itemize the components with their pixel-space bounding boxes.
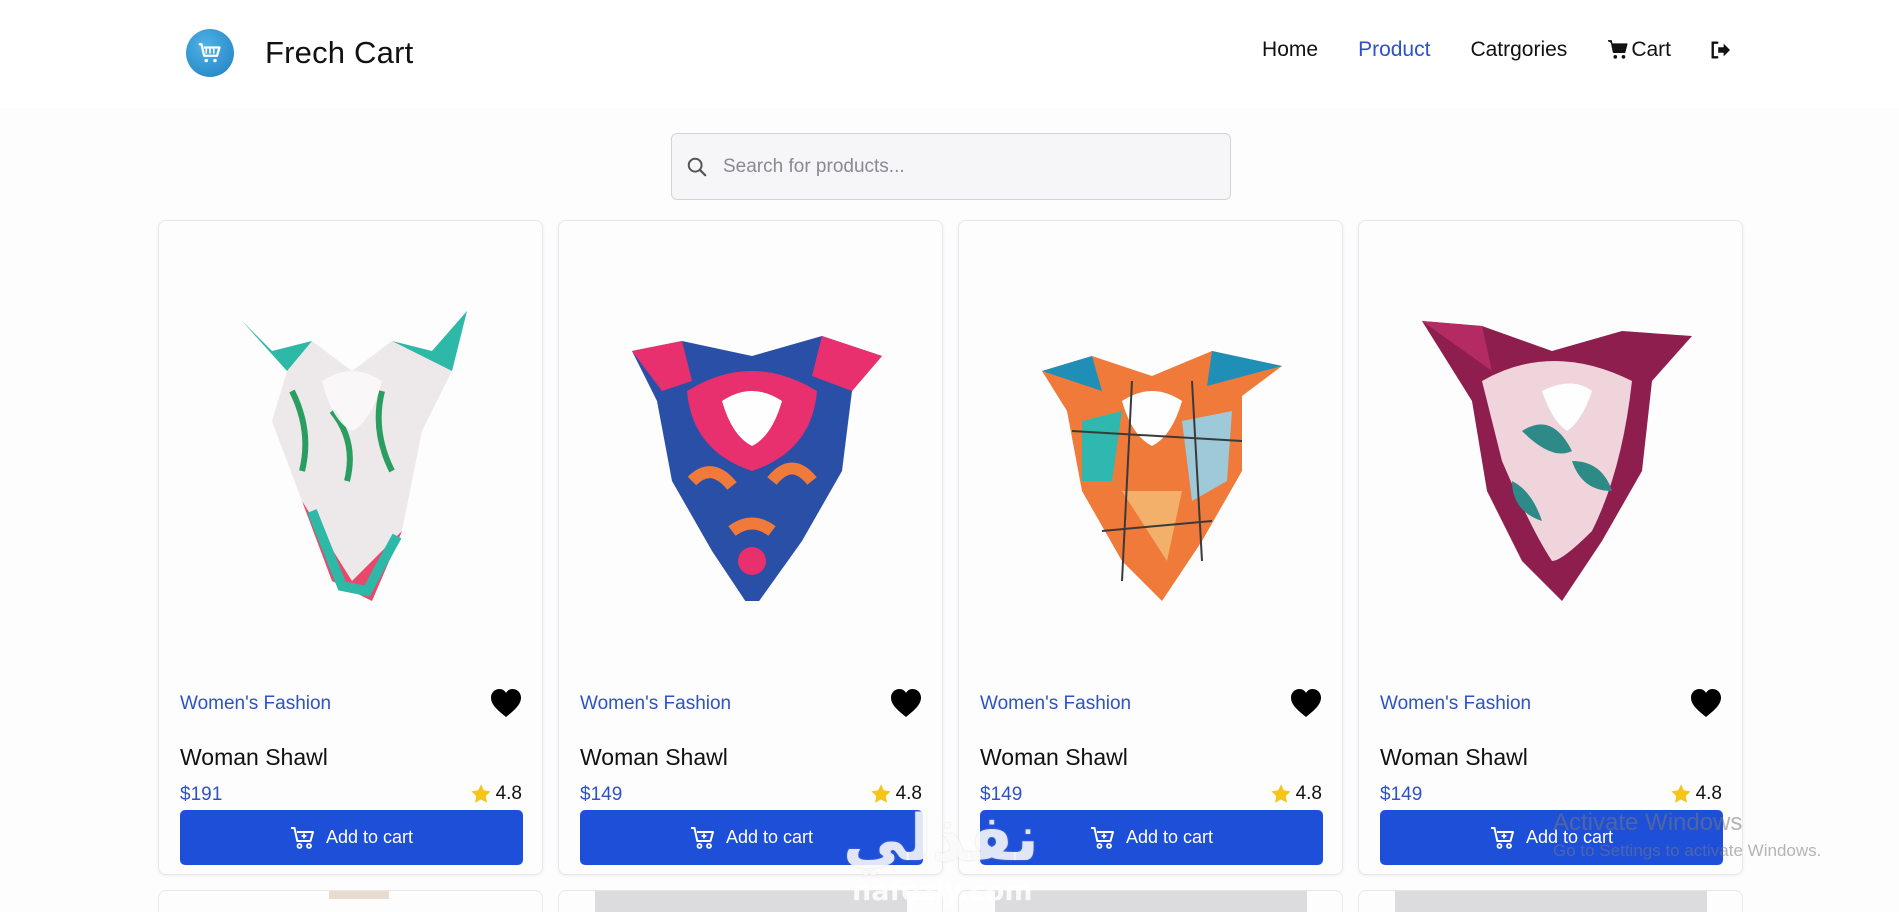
product-price: $149 xyxy=(1380,784,1423,805)
cart-plus-icon xyxy=(1490,826,1514,849)
star-icon xyxy=(1270,784,1291,803)
watermark-url: nafezly.com xyxy=(852,876,1033,907)
add-to-cart-label: Add to cart xyxy=(325,827,414,847)
activate-windows-title: Activate Windows xyxy=(1553,809,1743,836)
activate-windows-subtitle: Go to Settings to activate Windows. xyxy=(1553,841,1822,860)
product-title[interactable]: Woman Shawl xyxy=(980,744,1128,771)
page: Frech Cart Home Product Catrgories Cart xyxy=(0,0,1899,912)
cart-plus-icon xyxy=(1090,826,1114,849)
nav-cart-label: Cart xyxy=(1631,38,1671,61)
shawl-orange-teal-image xyxy=(959,221,1344,661)
shopping-cart-icon xyxy=(186,29,234,77)
search-input[interactable] xyxy=(723,155,1203,178)
product-title[interactable]: Woman Shawl xyxy=(180,744,328,771)
rating-value: 4.8 xyxy=(495,783,522,804)
nav-product[interactable]: Product xyxy=(1358,38,1430,62)
cart-plus-icon xyxy=(290,826,314,849)
product-card[interactable]: Women's Fashion Woman Shawl $149 4.8 Add… xyxy=(1358,220,1743,875)
product-price: $191 xyxy=(180,784,223,805)
product-card[interactable] xyxy=(1358,890,1743,912)
product-category[interactable]: Women's Fashion xyxy=(980,693,1131,715)
sign-out-icon[interactable] xyxy=(1709,40,1731,60)
watermark-logo: نفذلي xyxy=(843,802,1039,876)
product-category[interactable]: Women's Fashion xyxy=(180,693,331,715)
product-title[interactable]: Woman Shawl xyxy=(1380,744,1528,771)
brand[interactable]: Frech Cart xyxy=(186,29,413,77)
shawl-white-green-image xyxy=(159,221,544,661)
nav-categories[interactable]: Catrgories xyxy=(1470,38,1567,62)
add-to-cart-label: Add to cart xyxy=(725,827,814,847)
heart-icon[interactable] xyxy=(490,688,522,718)
cart-plus-icon xyxy=(690,826,714,849)
add-to-cart-button[interactable]: Add to cart xyxy=(180,810,523,865)
product-price: $149 xyxy=(580,784,623,805)
product-rating: 4.8 xyxy=(1670,783,1722,805)
product-category[interactable]: Women's Fashion xyxy=(580,693,731,715)
shawl-magenta-pink-image xyxy=(1359,221,1744,661)
nav-home[interactable]: Home xyxy=(1262,38,1318,62)
add-to-cart-label: Add to cart xyxy=(1125,827,1214,847)
heart-icon[interactable] xyxy=(1690,688,1722,718)
activate-windows-notice: Activate Windows Go to Settings to activ… xyxy=(1553,809,1821,861)
heart-icon[interactable] xyxy=(1290,688,1322,718)
product-rating: 4.8 xyxy=(1270,783,1322,805)
search-bar xyxy=(671,133,1231,200)
heart-icon[interactable] xyxy=(890,688,922,718)
product-image-placeholder xyxy=(995,891,1307,912)
rating-value: 4.8 xyxy=(1695,783,1722,804)
product-category[interactable]: Women's Fashion xyxy=(1380,693,1531,715)
product-title[interactable]: Woman Shawl xyxy=(580,744,728,771)
product-card[interactable]: Women's Fashion Woman Shawl $149 4.8 Add… xyxy=(558,220,943,875)
product-image-placeholder xyxy=(1395,891,1707,912)
product-card[interactable]: Women's Fashion Woman Shawl $191 4.8 Add… xyxy=(158,220,543,875)
rating-value: 4.8 xyxy=(1295,783,1322,804)
product-rating: 4.8 xyxy=(470,783,522,805)
navbar: Frech Cart Home Product Catrgories Cart xyxy=(0,0,1899,108)
search-icon xyxy=(686,155,710,179)
nav-links: Home Product Catrgories Cart xyxy=(1222,38,1731,62)
brand-name: Frech Cart xyxy=(265,35,414,70)
star-icon xyxy=(470,784,491,803)
product-card[interactable] xyxy=(158,890,543,912)
product-image-placeholder xyxy=(329,891,389,899)
shawl-pink-blue-image xyxy=(559,221,944,661)
star-icon xyxy=(1670,784,1691,803)
cart-icon xyxy=(1608,40,1628,59)
nav-cart[interactable]: Cart xyxy=(1607,38,1671,62)
product-card[interactable]: Women's Fashion Woman Shawl $149 4.8 Add… xyxy=(958,220,1343,875)
